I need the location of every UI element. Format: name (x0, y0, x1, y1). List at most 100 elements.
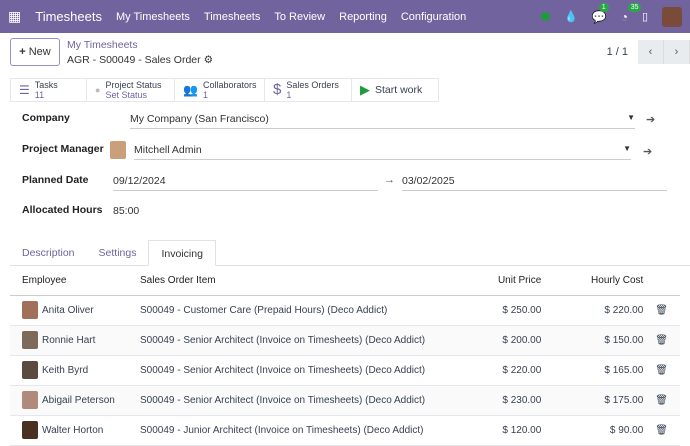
col-hourly-cost[interactable]: Hourly Cost (553, 266, 644, 296)
employee: Abigail Peterson (22, 391, 116, 409)
delete-row-button[interactable]: 🗑 (643, 415, 680, 446)
app-title[interactable]: Timesheets (35, 9, 102, 24)
tab-invoicing[interactable]: Invoicing (148, 240, 216, 266)
col-sales-order-item[interactable]: Sales Order Item (128, 266, 454, 296)
apps-menu-icon[interactable]: ▦ (8, 8, 21, 25)
prev-button[interactable]: ‹ (638, 40, 664, 64)
tasks-icon: ☰ (19, 83, 30, 97)
pager[interactable]: 1 / 1 (607, 46, 628, 58)
button-box: ☰ Tasks 11 ● Project Status Set Status 👥 Coll… (10, 78, 439, 102)
messages-badge: 1 (598, 2, 609, 12)
employee-cell[interactable]: Ronnie Hart (10, 325, 128, 356)
menu-configuration[interactable]: Configuration (401, 11, 466, 23)
delete-row-button[interactable]: 🗑 (643, 295, 680, 326)
employee-name: Abigail Peterson (42, 394, 115, 406)
date-end-field[interactable]: 03/02/2025 (402, 175, 667, 191)
top-navbar: ▦ Timesheets My Timesheets Timesheets To… (0, 0, 690, 33)
col-actions (643, 266, 680, 296)
tasks-button[interactable]: ☰ Tasks 11 (11, 79, 87, 101)
drop-icon[interactable]: 💧 (564, 10, 578, 23)
start-work-button[interactable]: ▶ Start work (352, 79, 438, 101)
delete-row-button[interactable]: 🗑 (643, 355, 680, 386)
table-row[interactable]: Abigail Peterson S00049 - Senior Archite… (10, 385, 680, 416)
employee: Ronnie Hart (22, 331, 116, 349)
employee-name: Walter Horton (42, 424, 104, 436)
employee: Keith Byrd (22, 361, 116, 379)
pm-avatar (110, 141, 126, 159)
employee-avatar (22, 391, 38, 409)
play-icon: ▶ (360, 82, 370, 97)
table-row[interactable]: Keith Byrd S00049 - Senior Architect (In… (10, 355, 680, 386)
sales-order-item-cell[interactable]: S00049 - Senior Architect (Invoice on Ti… (128, 385, 454, 416)
hourly-cost-cell[interactable]: $ 150.00 (553, 325, 644, 356)
employee-cell[interactable]: Keith Byrd (10, 355, 128, 386)
hourly-cost-cell[interactable]: $ 165.00 (553, 355, 644, 386)
menu-timesheets[interactable]: Timesheets (204, 11, 260, 23)
status-icon[interactable] (541, 12, 551, 21)
activities-badge: 35 (627, 2, 642, 12)
hourly-cost-cell[interactable]: $ 90.00 (553, 415, 644, 446)
gear-icon[interactable]: ⚙ (204, 54, 213, 66)
employee-cell[interactable]: Walter Horton (10, 415, 128, 446)
sales-order-item-cell[interactable]: S00049 - Senior Architect (Invoice on Ti… (128, 325, 454, 356)
sales-orders-button[interactable]: $ Sales Orders 1 (265, 79, 352, 101)
col-employee[interactable]: Employee (10, 266, 128, 296)
trash-icon: 🗑 (655, 334, 668, 346)
employee-cell[interactable]: Anita Oliver (10, 295, 128, 326)
delete-row-button[interactable]: 🗑 (643, 325, 680, 356)
tasks-count: 11 (34, 90, 45, 100)
employee-avatar (22, 361, 38, 379)
unit-price-cell[interactable]: $ 250.00 (453, 295, 554, 326)
employee-avatar (22, 331, 38, 349)
status-circle-icon: ● (95, 85, 101, 95)
pm-label: Project Manager (22, 143, 104, 155)
tab-description[interactable]: Description (10, 240, 87, 265)
unit-price-cell[interactable]: $ 230.00 (453, 385, 554, 416)
sales-order-item-cell[interactable]: S00049 - Customer Care (Prepaid Hours) (… (128, 295, 454, 326)
company-icon[interactable]: ▯ (642, 10, 648, 23)
company-label: Company (22, 112, 70, 124)
date-label: Planned Date (22, 174, 89, 186)
start-work-label: Start work (375, 84, 423, 96)
employee-name: Ronnie Hart (42, 334, 96, 346)
user-avatar[interactable] (662, 6, 682, 27)
table-row[interactable]: Walter Horton S00049 - Junior Architect … (10, 415, 680, 446)
users-icon: 👥 (183, 83, 198, 97)
unit-price-cell[interactable]: $ 120.00 (453, 415, 554, 446)
menu-to-review[interactable]: To Review (274, 11, 325, 23)
menu-my-timesheets[interactable]: My Timesheets (116, 11, 190, 23)
project-status-button[interactable]: ● Project Status Set Status (87, 79, 175, 101)
date-start-field[interactable]: 09/12/2024 (113, 175, 378, 191)
pm-field[interactable]: Mitchell Admin ▼ (134, 144, 631, 160)
tab-settings[interactable]: Settings (87, 240, 149, 265)
breadcrumb-parent[interactable]: My Timesheets (67, 39, 138, 51)
sales-order-item-cell[interactable]: S00049 - Senior Architect (Invoice on Ti… (128, 355, 454, 386)
status-label: Project Status (105, 80, 162, 90)
employee-cell[interactable]: Abigail Peterson (10, 385, 128, 416)
unit-price-cell[interactable]: $ 220.00 (453, 355, 554, 386)
new-button[interactable]: + New (10, 38, 60, 66)
next-button[interactable]: › (664, 40, 690, 64)
messages-icon[interactable]: 💬 1 (592, 2, 609, 24)
table-row[interactable]: Ronnie Hart S00049 - Senior Architect (I… (10, 325, 680, 356)
collab-label: Collaborators (202, 80, 257, 90)
employee: Walter Horton (22, 421, 116, 439)
menu-reporting[interactable]: Reporting (339, 11, 387, 23)
sales-order-item-cell[interactable]: S00049 - Junior Architect (Invoice on Ti… (128, 415, 454, 446)
collab-count: 1 (202, 90, 208, 100)
employee-name: Keith Byrd (42, 364, 89, 376)
table-row[interactable]: Anita Oliver S00049 - Customer Care (Pre… (10, 295, 680, 326)
pm-link-icon[interactable]: ➔ (643, 145, 652, 158)
delete-row-button[interactable]: 🗑 (643, 385, 680, 416)
unit-price-cell[interactable]: $ 200.00 (453, 325, 554, 356)
hours-field[interactable]: 85:00 (113, 205, 213, 220)
company-link-icon[interactable]: ➔ (646, 113, 655, 126)
collaborators-button[interactable]: 👥 Collaborators 1 (175, 79, 265, 101)
hourly-cost-cell[interactable]: $ 175.00 (553, 385, 644, 416)
hourly-cost-cell[interactable]: $ 220.00 (553, 295, 644, 326)
col-unit-price[interactable]: Unit Price (453, 266, 554, 296)
employee-mapping-table: Employee Sales Order Item Unit Price Hou… (10, 266, 680, 446)
hours-label: Allocated Hours (22, 204, 103, 216)
company-field[interactable]: My Company (San Francisco) ▼ (130, 113, 635, 129)
activities-icon[interactable]: ◔ 35 (621, 2, 642, 24)
